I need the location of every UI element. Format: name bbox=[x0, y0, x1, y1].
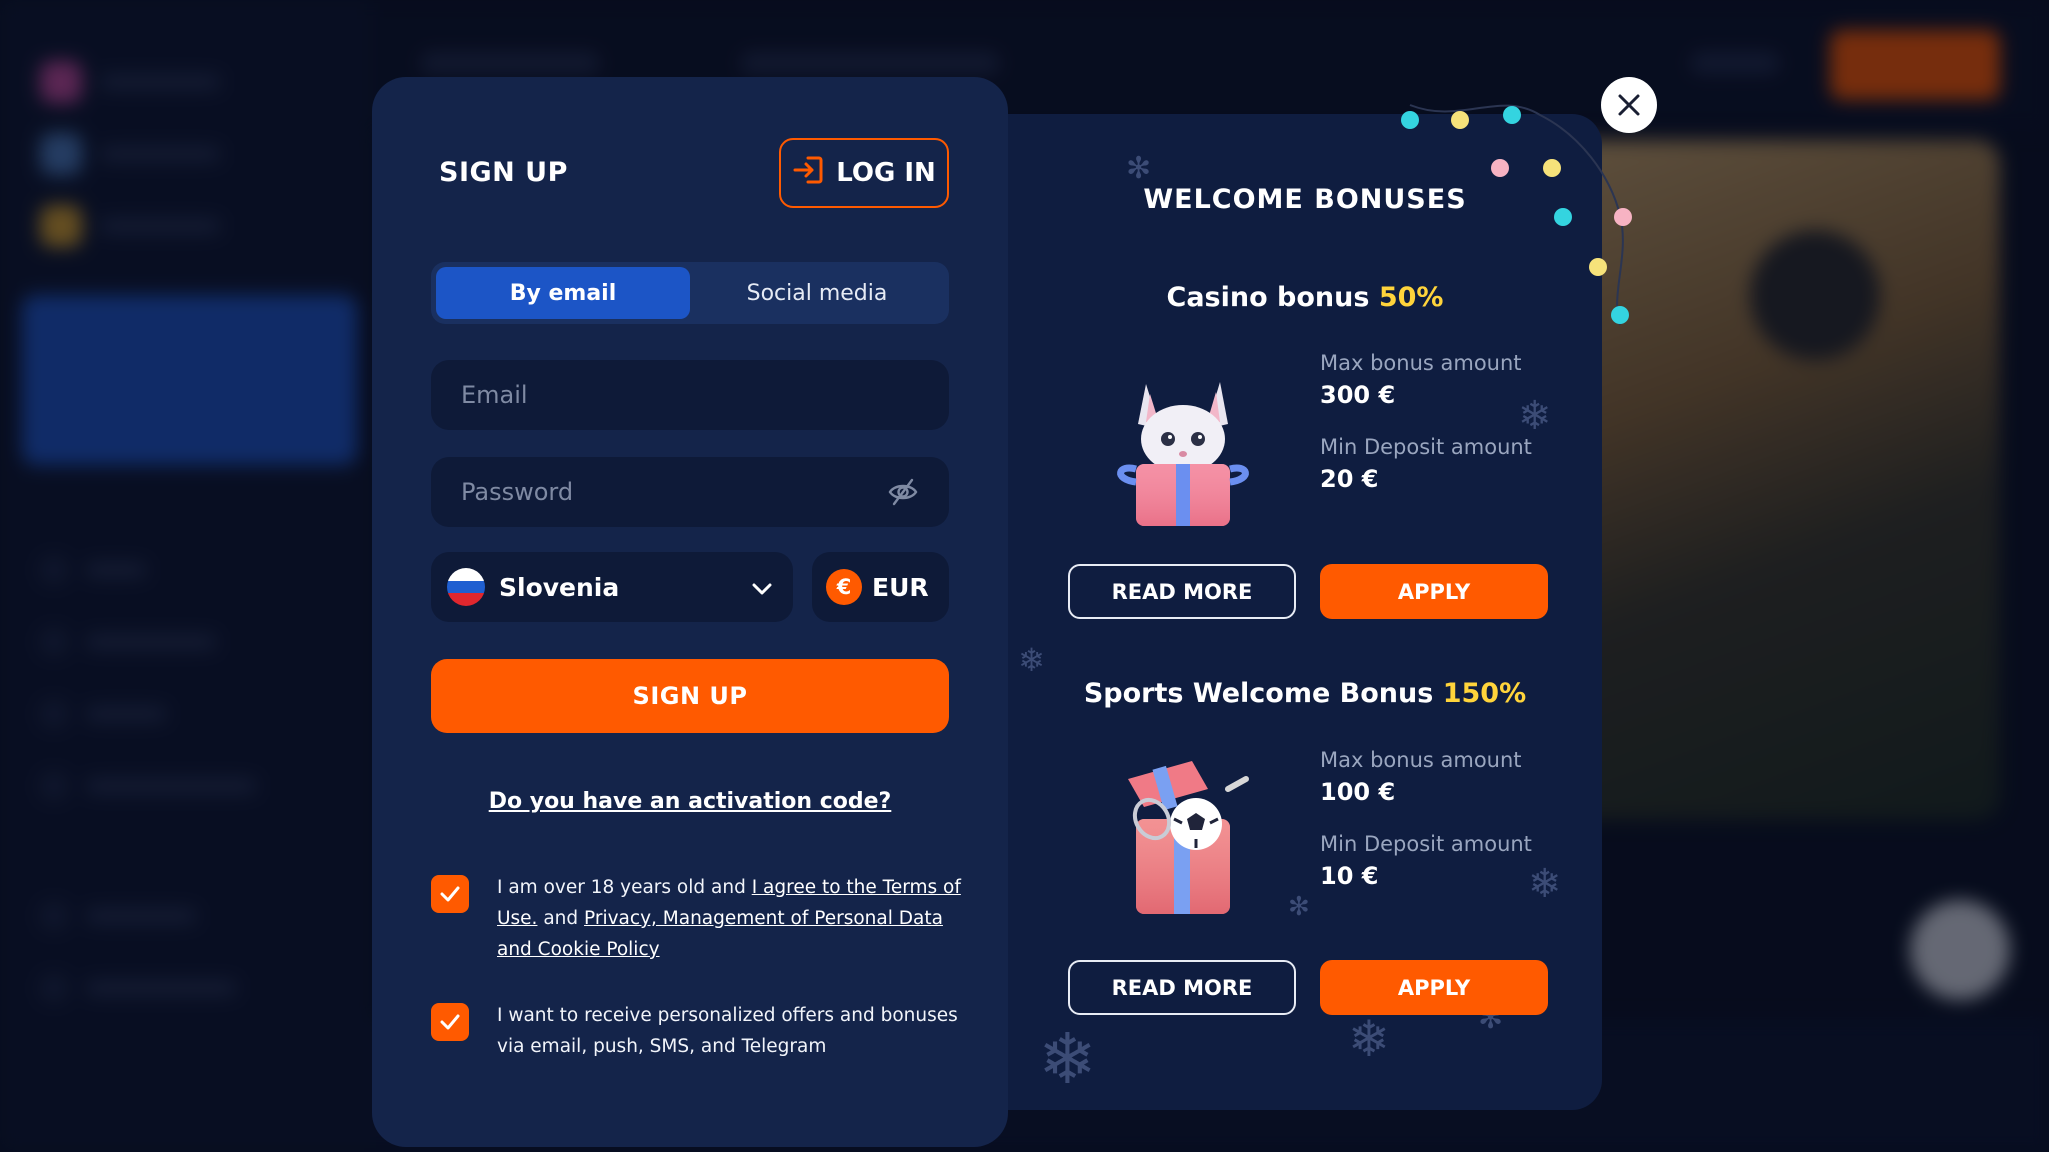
checkmark-icon bbox=[440, 886, 460, 902]
sports-bonus-heading: Sports Welcome Bonus 150% bbox=[1008, 678, 1602, 709]
close-button[interactable] bbox=[1601, 77, 1657, 133]
signup-panel: SIGN UP LOG IN By email Social media Ema… bbox=[372, 77, 1008, 1147]
bonus-percent: 150% bbox=[1442, 678, 1527, 709]
max-bonus-value: 300 € bbox=[1320, 381, 1396, 409]
min-deposit-label: Min Deposit amount bbox=[1320, 832, 1532, 856]
password-field bbox=[431, 457, 949, 527]
eye-off-icon[interactable] bbox=[887, 476, 919, 508]
max-bonus-label: Max bonus amount bbox=[1320, 351, 1522, 375]
login-label: LOG IN bbox=[836, 158, 936, 188]
tab-social-media[interactable]: Social media bbox=[690, 267, 944, 319]
country-select[interactable]: Slovenia bbox=[431, 552, 793, 622]
password-input[interactable] bbox=[461, 457, 887, 527]
bonus-name: Sports Welcome Bonus bbox=[1083, 678, 1434, 709]
chevron-down-icon bbox=[751, 573, 773, 602]
checkmark-icon bbox=[440, 1014, 460, 1030]
email-field bbox=[431, 360, 949, 430]
currency-value: EUR bbox=[872, 572, 929, 602]
snowflake-icon: ✻ bbox=[1288, 892, 1310, 922]
sports-bonus-info: Max bonus amount 100 € Min Deposit amoun… bbox=[1320, 748, 1532, 916]
terms-checkbox[interactable] bbox=[431, 875, 469, 913]
min-deposit-value: 10 € bbox=[1320, 862, 1379, 890]
bonus-name: Casino bonus bbox=[1166, 282, 1370, 313]
terms-prefix: I am over 18 years old and bbox=[497, 877, 752, 898]
activation-code-link[interactable]: Do you have an activation code? bbox=[372, 789, 1008, 814]
tab-by-email[interactable]: By email bbox=[436, 267, 690, 319]
offers-checkbox[interactable] bbox=[431, 1003, 469, 1041]
snowflake-icon: ❄ bbox=[1038, 1018, 1097, 1100]
login-button[interactable]: LOG IN bbox=[779, 138, 949, 208]
email-input[interactable] bbox=[461, 360, 919, 430]
sports-gift-image bbox=[1108, 749, 1258, 924]
terms-middle: and bbox=[537, 908, 585, 929]
currency-select[interactable]: € EUR bbox=[812, 552, 949, 622]
close-icon bbox=[1618, 94, 1640, 116]
sports-read-more-button[interactable]: READ MORE bbox=[1068, 960, 1296, 1015]
snowflake-icon: ✻ bbox=[1126, 151, 1152, 186]
offers-consent-row: I want to receive personalized offers an… bbox=[431, 1003, 961, 1062]
casino-read-more-button[interactable]: READ MORE bbox=[1068, 564, 1296, 619]
sports-apply-button[interactable]: APPLY bbox=[1320, 960, 1548, 1015]
casino-bonus-info: Max bonus amount 300 € Min Deposit amoun… bbox=[1320, 351, 1532, 519]
signup-method-tabs: By email Social media bbox=[431, 262, 949, 324]
fox-gift-image bbox=[1108, 354, 1258, 529]
max-bonus-label: Max bonus amount bbox=[1320, 748, 1522, 772]
euro-icon: € bbox=[826, 569, 862, 605]
snowflake-icon: ❄ bbox=[1018, 641, 1045, 679]
max-bonus-value: 100 € bbox=[1320, 778, 1396, 806]
terms-consent-row: I am over 18 years old and I agree to th… bbox=[431, 875, 961, 965]
offers-consent-text: I want to receive personalized offers an… bbox=[497, 1005, 958, 1057]
snowflake-icon: ❄ bbox=[1528, 861, 1562, 907]
login-arrow-icon bbox=[792, 155, 824, 192]
country-value: Slovenia bbox=[499, 572, 620, 602]
min-deposit-value: 20 € bbox=[1320, 465, 1379, 493]
string-lights-decoration bbox=[1380, 95, 1640, 335]
slovenia-flag-icon bbox=[447, 568, 485, 606]
casino-apply-button[interactable]: APPLY bbox=[1320, 564, 1548, 619]
terms-consent-text: I am over 18 years old and I agree to th… bbox=[497, 872, 961, 965]
snowflake-icon: ❄ bbox=[1348, 1010, 1390, 1068]
min-deposit-label: Min Deposit amount bbox=[1320, 435, 1532, 459]
signup-title: SIGN UP bbox=[439, 157, 568, 188]
signup-button[interactable]: SIGN UP bbox=[431, 659, 949, 733]
